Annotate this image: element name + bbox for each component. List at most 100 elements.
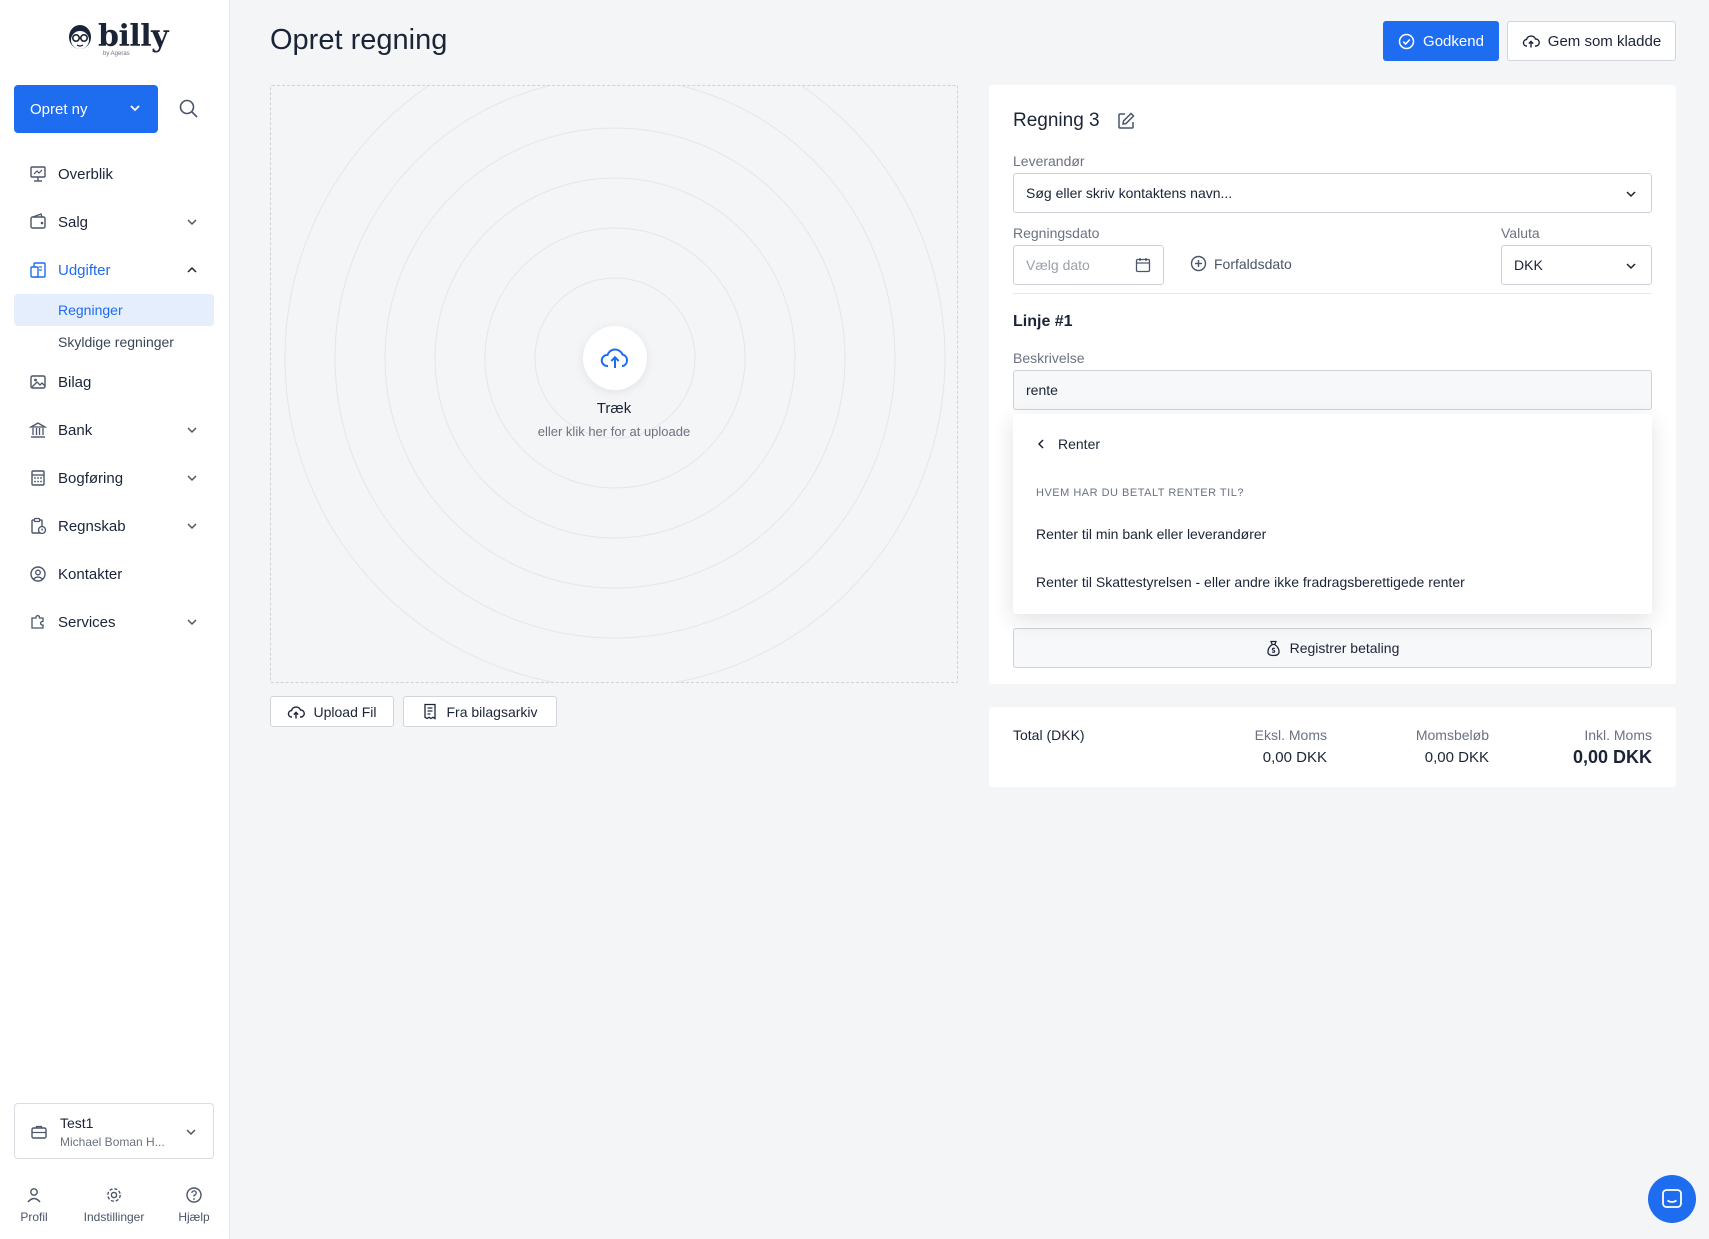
calculator-icon [31, 470, 45, 486]
upload-file-label: Upload Fil [313, 703, 377, 720]
dropzone-subtitle: eller klik her for at uploade [537, 424, 691, 439]
description-value: rente [1026, 382, 1058, 398]
sidebar-item-vouchers[interactable]: Bilag [14, 358, 214, 406]
total-excl-vat: Eksl. Moms 0,00 DKK [1255, 727, 1327, 766]
receipt-icon [424, 703, 437, 720]
create-new-button[interactable]: Opret ny [14, 85, 158, 133]
currency-value: DKK [1514, 257, 1543, 273]
profile-link[interactable]: Profil [15, 1183, 53, 1224]
calendar-icon [1135, 258, 1151, 273]
chat-icon [1662, 1189, 1682, 1208]
user-icon [27, 1188, 41, 1203]
total-incl-vat: Inkl. Moms 0,00 DKK [1573, 727, 1652, 768]
dropdown-back-label: Renter [1058, 436, 1101, 452]
check-circle-icon [1398, 33, 1415, 49]
chevron-up-icon [187, 266, 197, 273]
chevron-down-icon [187, 219, 197, 226]
logo-subtext: by Ageras [103, 51, 130, 57]
help-icon [186, 1187, 202, 1203]
organization-switcher[interactable]: Test1 Michael Boman H... [14, 1103, 214, 1159]
bill-title: Regning 3 [1013, 110, 1100, 131]
edit-icon[interactable] [1116, 111, 1136, 131]
chevron-down-icon [1626, 263, 1636, 270]
dropdown-back-button[interactable]: Renter [1036, 436, 1100, 452]
due-date-label: Forfaldsdato [1214, 255, 1292, 272]
excl-vat-label: Eksl. Moms [1254, 727, 1327, 743]
cloud-upload-icon [600, 348, 629, 368]
totals-card: Total (DKK) Eksl. Moms 0,00 DKK Momsbelø… [989, 707, 1676, 787]
organization-name: Test1 [60, 1115, 94, 1131]
help-label: Hjælp [178, 1210, 210, 1224]
chevron-down-icon [187, 619, 197, 626]
organization-user: Michael Boman H... [60, 1135, 165, 1149]
puzzle-icon [31, 615, 44, 629]
cloud-upload-icon [1522, 35, 1540, 48]
description-input[interactable]: rente [1013, 370, 1652, 410]
sidebar-item-services[interactable]: Services [14, 598, 214, 646]
total-vat-amount: Momsbeløb 0,00 DKK [1416, 727, 1489, 766]
sidebar-subitem-owed-bills[interactable]: Skyldige regninger [14, 326, 214, 358]
dropzone-title: Træk [596, 400, 632, 417]
dropdown-heading: HVEM HAR DU BETALT RENTER TIL? [1036, 487, 1244, 499]
sidebar: billy by Ageras Opret ny Overblik Salg U… [0, 0, 230, 1239]
description-label: Beskrivelse [1013, 350, 1085, 366]
chevron-down-icon [187, 475, 197, 482]
file-dropzone[interactable]: Træk eller klik her for at uploade [270, 85, 958, 683]
sidebar-item-expenses[interactable]: Udgifter [14, 246, 214, 294]
money-bag-icon [1266, 640, 1280, 656]
save-draft-button[interactable]: Gem som kladde [1507, 21, 1676, 61]
register-payment-label: Registrer betaling [1289, 640, 1400, 656]
bill-date-label: Regningsdato [1013, 225, 1100, 241]
currency-select[interactable]: DKK [1501, 245, 1652, 285]
sidebar-footer: Profil Indstillinger Hjælp [0, 1183, 230, 1233]
sidebar-item-accounting[interactable]: Regnskab [14, 502, 214, 550]
add-due-date-button[interactable]: Forfaldsdato [1190, 255, 1292, 272]
dropdown-option[interactable]: Renter til min bank eller leverandører [1036, 526, 1266, 542]
image-icon [30, 375, 46, 389]
supplier-placeholder: Søg eller skriv kontaktens navn... [1026, 185, 1233, 201]
settings-label: Indstillinger [83, 1210, 145, 1224]
sidebar-item-label: Bogføring [58, 469, 124, 487]
chevron-down-icon [1626, 191, 1636, 198]
currency-label: Valuta [1501, 225, 1540, 241]
sidebar-item-label: Kontakter [58, 565, 123, 583]
voucher-archive-button[interactable]: Fra bilagsarkiv [403, 696, 557, 727]
vat-amount-value: 0,00 DKK [1424, 749, 1489, 766]
settings-link[interactable]: Indstillinger [76, 1183, 152, 1224]
sidebar-item-bank[interactable]: Bank [14, 406, 214, 454]
gear-icon [107, 1188, 121, 1202]
search-icon[interactable] [178, 98, 200, 120]
chevron-down-icon [186, 1129, 196, 1136]
bill-date-input[interactable]: Vælg dato [1013, 245, 1164, 285]
approve-button[interactable]: Godkend [1383, 21, 1499, 61]
support-chat-button[interactable] [1648, 1175, 1696, 1223]
bank-icon [29, 422, 47, 438]
logo-face-icon [69, 25, 91, 49]
sidebar-item-overview[interactable]: Overblik [14, 150, 214, 198]
chevron-down-icon [187, 427, 197, 434]
description-suggestions-dropdown: Renter HVEM HAR DU BETALT RENTER TIL? Re… [1013, 414, 1652, 614]
chevron-down-icon [187, 523, 197, 530]
wallet-icon [30, 213, 46, 229]
sidebar-subitem-bills[interactable]: Regninger [14, 294, 214, 326]
line-title: Linje #1 [1013, 313, 1073, 330]
billy-logo[interactable]: billy by Ageras [66, 22, 169, 57]
save-draft-label: Gem som kladde [1547, 32, 1662, 50]
upload-button-circle[interactable] [583, 326, 647, 390]
help-link[interactable]: Hjælp [174, 1183, 214, 1224]
plus-circle-icon [1190, 255, 1207, 272]
approve-label: Godkend [1423, 32, 1484, 50]
incl-vat-label: Inkl. Moms [1584, 727, 1652, 743]
sidebar-item-bookkeeping[interactable]: Bogføring [14, 454, 214, 502]
register-payment-button[interactable]: Registrer betaling [1013, 628, 1652, 668]
sidebar-item-contacts[interactable]: Kontakter [14, 550, 214, 598]
sidebar-item-label: Regnskab [58, 517, 126, 535]
form-divider [1013, 293, 1652, 294]
sidebar-nav: Overblik Salg Udgifter Regninger Skyldig… [14, 150, 214, 646]
upload-file-button[interactable]: Upload Fil [270, 696, 394, 727]
sidebar-item-sales[interactable]: Salg [14, 198, 214, 246]
page-title: Opret regning [270, 24, 448, 56]
bill-date-placeholder: Vælg dato [1026, 257, 1090, 273]
dropdown-option[interactable]: Renter til Skattestyrelsen - eller andre… [1036, 574, 1465, 590]
supplier-select[interactable]: Søg eller skriv kontaktens navn... [1013, 173, 1652, 213]
